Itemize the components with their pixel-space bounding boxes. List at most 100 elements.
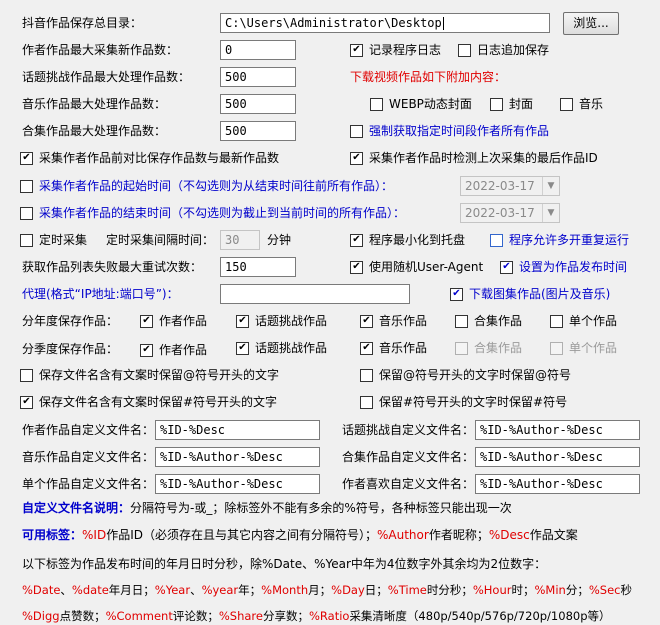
max-music-input[interactable]: 500 [220, 94, 296, 114]
download-extra-title: 下载视频作品如下附加内容： [350, 70, 507, 84]
multi-open-label: 程序允许多开重复运行 [509, 233, 630, 247]
collection-name-input[interactable]: %ID-%Author-%Desc [475, 447, 640, 467]
keep-at-filename-checkbox[interactable]: 保存文件名含有文案时保留@符号开头的文字 [20, 367, 279, 383]
tag-text: 时； [511, 583, 535, 597]
by-quarter-author-checkbox[interactable]: ✔ 作者作品 [140, 342, 207, 358]
keep-at-symbol-checkbox[interactable]: 保留@符号开头的文字时保留@符号 [360, 367, 571, 383]
checkbox-icon: ✔ [360, 341, 373, 355]
chevron-down-icon[interactable]: ▼ [542, 177, 559, 195]
tag-text: 、 [60, 583, 72, 597]
help-line-5: %Digg点赞数；%Comment评论数；%Share分享数；%Ratio采集清… [22, 608, 611, 624]
challenge-name-input[interactable]: %ID-%Author-%Desc [475, 420, 640, 440]
force-time-label: 强制获取指定时间段作者所有作品 [369, 124, 550, 138]
interval-input[interactable]: 30 [220, 230, 260, 250]
start-time-label: 采集作者作品的起始时间（不勾选则为从结束时间往前所有作品）： [39, 179, 394, 193]
cover-label: 封面 [509, 97, 534, 111]
save-dir-value: C:\Users\Administrator\Desktop [225, 16, 442, 30]
interval-unit: 分钟 [267, 233, 292, 247]
end-time-label: 采集作者作品的结束时间（不勾选则为截止到当前时间的所有作品）： [39, 206, 406, 220]
tag-text: 、 [190, 583, 202, 597]
single-name-input[interactable]: %ID-%Author-%Desc [155, 474, 320, 494]
tag-text: 分； [565, 583, 589, 597]
tag-text: 作品ID（必须存在且与其它内容之间有分隔符号）； [106, 528, 377, 542]
music-name-input[interactable]: %ID-%Author-%Desc [155, 447, 320, 467]
log-append-checkbox[interactable]: 日志追加保存 [458, 42, 549, 58]
music-name-label: 音乐作品自定义文件名： [22, 450, 155, 464]
max-collection-input[interactable]: 500 [220, 121, 296, 141]
by-year-collection-checkbox[interactable]: 合集作品 [455, 313, 522, 329]
challenge-name-label: 话题挑战自定义文件名： [342, 423, 475, 437]
cover-checkbox[interactable]: 封面 [490, 96, 533, 112]
checkbox-label: 单个作品 [569, 341, 618, 355]
random-ua-checkbox[interactable]: ✔ 使用随机User-Agent [350, 259, 483, 275]
start-date-value: 2022-03-17 [465, 179, 535, 193]
checkbox-label: 保留@符号开头的文字时保留@符号 [379, 368, 572, 382]
author-name-label: 作者作品自定义文件名： [22, 423, 155, 437]
chevron-down-icon[interactable]: ▼ [542, 204, 559, 222]
author-name-input[interactable]: %ID-%Desc [155, 420, 320, 440]
checkbox-icon: ✔ [20, 395, 33, 409]
checkbox-label: 音乐作品 [379, 314, 428, 328]
min-tray-label: 程序最小化到托盘 [369, 233, 466, 247]
end-time-checkbox[interactable]: 采集作者作品的结束时间（不勾选则为截止到当前时间的所有作品）： [20, 205, 405, 221]
max-challenge-input[interactable]: 500 [220, 67, 296, 87]
multi-open-checkbox[interactable]: 程序允许多开重复运行 [490, 232, 629, 248]
tag: %Digg [22, 609, 60, 623]
tags-title: 可用标签： [22, 528, 83, 542]
compare-saved-checkbox[interactable]: ✔ 采集作者作品前对比保存作品数与最新作品数 [20, 150, 279, 166]
tag: %Month [261, 583, 309, 597]
keep-hash-filename-checkbox[interactable]: ✔ 保存文件名含有文案时保留#符号开头的文字 [20, 394, 277, 410]
tag: %Year [154, 583, 191, 597]
save-dir-input[interactable]: C:\Users\Administrator\Desktop [220, 13, 550, 33]
set-pubtime-checkbox[interactable]: ✔ 设置为作品发布时间 [500, 259, 627, 275]
checkbox-icon: ✔ [236, 341, 249, 355]
tag-text: 作品文案 [529, 528, 578, 542]
max-collection-label: 合集作品最大处理作品数： [22, 124, 167, 138]
checkbox-label: 保留#符号开头的文字时保留#符号 [379, 395, 568, 409]
detect-last-checkbox[interactable]: ✔ 采集作者作品时检测上次采集的最后作品ID [350, 150, 598, 166]
by-quarter-challenge-checkbox[interactable]: ✔ 话题挑战作品 [236, 340, 327, 356]
download-images-checkbox[interactable]: ✔ 下载图集作品(图片及音乐) [450, 286, 610, 302]
checkbox-icon: ✔ [350, 233, 363, 247]
log-checkbox[interactable]: ✔ 记录程序日志 [350, 42, 441, 58]
by-year-author-checkbox[interactable]: ✔ 作者作品 [140, 313, 207, 329]
checkbox-icon: ✔ [236, 314, 249, 328]
download-images-label: 下载图集作品(图片及音乐) [469, 287, 611, 301]
tag: %Comment [105, 609, 173, 623]
max-new-author-input[interactable]: 0 [220, 40, 296, 60]
webp-checkbox[interactable]: WEBP动态封面 [370, 96, 472, 112]
browse-button[interactable]: 浏览... [563, 12, 619, 35]
tag-id: %ID [82, 528, 107, 542]
retry-label: 获取作品列表失败最大重试次数： [22, 260, 203, 274]
by-year-music-checkbox[interactable]: ✔ 音乐作品 [360, 313, 427, 329]
compare-saved-label: 采集作者作品前对比保存作品数与最新作品数 [39, 151, 280, 165]
proxy-input[interactable] [220, 284, 410, 304]
by-quarter-single-checkbox[interactable]: 单个作品 [550, 340, 617, 356]
keep-hash-symbol-checkbox[interactable]: 保留#符号开头的文字时保留#符号 [360, 394, 567, 410]
help-line-3: 以下标签为作品发布时间的年月日时分秒，除%Date、%Year中年为4位数字外其… [22, 557, 547, 571]
checkbox-icon [550, 314, 563, 328]
start-time-checkbox[interactable]: 采集作者作品的起始时间（不勾选则为从结束时间往前所有作品）： [20, 178, 393, 194]
detect-last-label: 采集作者作品时检测上次采集的最后作品ID [369, 151, 598, 165]
tag-text: 作者昵称； [428, 528, 489, 542]
help-title: 自定义文件名说明： [22, 501, 131, 515]
end-date-picker[interactable]: 2022-03-17 ▼ [460, 203, 560, 223]
by-quarter-music-checkbox[interactable]: ✔ 音乐作品 [360, 340, 427, 356]
start-date-picker[interactable]: 2022-03-17 ▼ [460, 176, 560, 196]
liked-name-input[interactable]: %ID-%Author-%Desc [475, 474, 640, 494]
checkbox-label: 合集作品 [474, 314, 523, 328]
end-date-value: 2022-03-17 [465, 206, 535, 220]
timed-checkbox[interactable]: 定时采集 [20, 232, 87, 248]
checkbox-icon [560, 97, 573, 111]
retry-input[interactable]: 150 [220, 257, 296, 277]
checkbox-icon [550, 341, 563, 355]
force-time-checkbox[interactable]: 强制获取指定时间段作者所有作品 [350, 123, 549, 139]
by-year-challenge-checkbox[interactable]: ✔ 话题挑战作品 [236, 313, 327, 329]
min-tray-checkbox[interactable]: ✔ 程序最小化到托盘 [350, 232, 465, 248]
by-year-single-checkbox[interactable]: 单个作品 [550, 313, 617, 329]
tag-desc: %Desc [488, 528, 530, 542]
save-dir-label: 抖音作品保存总目录： [22, 16, 143, 30]
music-checkbox[interactable]: 音乐 [560, 96, 603, 112]
checkbox-icon [455, 341, 468, 355]
by-quarter-collection-checkbox[interactable]: 合集作品 [455, 340, 522, 356]
